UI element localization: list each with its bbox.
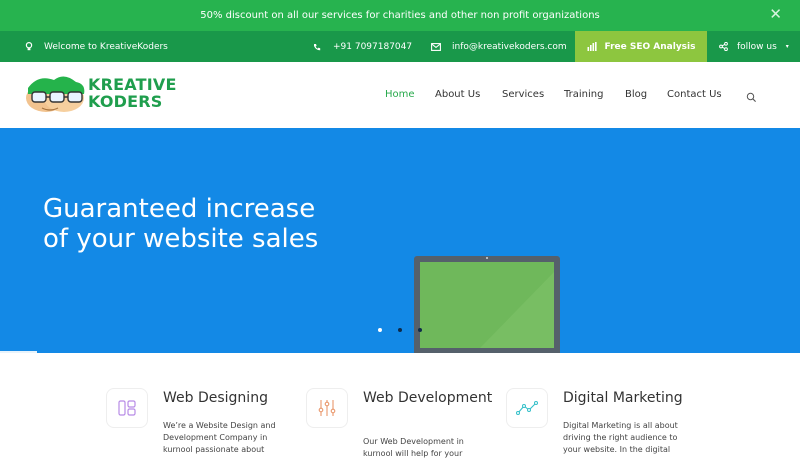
nav-blog[interactable]: Blog (625, 89, 647, 100)
promo-text: 50% discount on all our services for cha… (200, 10, 600, 21)
logo-line-1: KREATIVE (88, 75, 177, 94)
hero-slider: Guaranteed increase of your website sale… (0, 128, 800, 353)
laptop-illustration (414, 256, 560, 353)
hero-headline: Guaranteed increase of your website sale… (43, 194, 318, 254)
email-link[interactable]: info@kreativekoders.com (431, 31, 567, 62)
nav-about-us[interactable]: About Us (435, 89, 480, 100)
phone-number: +91 7097187047 (333, 41, 413, 52)
seo-label: Free SEO Analysis (604, 41, 696, 52)
slide-dot-1[interactable] (378, 328, 382, 332)
logo-mascot-icon (26, 76, 85, 112)
nav-training[interactable]: Training (564, 89, 603, 100)
email-address: info@kreativekoders.com (452, 41, 567, 52)
nav-contact-us[interactable]: Contact Us (667, 89, 722, 100)
logo-line-2: KODERS (88, 92, 163, 111)
service-description: Our Web Development in kurnool will help… (363, 437, 464, 458)
site-logo[interactable]: KREATIVE KODERS (24, 74, 177, 116)
service-title: Web Designing (163, 390, 268, 406)
welcome-message: Welcome to KreativeKoders (24, 31, 168, 62)
slider-dots (378, 328, 422, 332)
laptop-screen (420, 262, 554, 348)
service-title: Digital Marketing (563, 390, 683, 406)
envelope-icon (431, 42, 441, 52)
trend-line-icon (506, 388, 548, 428)
service-title: Web Development (363, 390, 493, 406)
layout-icon (106, 388, 148, 428)
hero-headline-line-1: Guaranteed increase (43, 194, 316, 224)
top-info-bar: Welcome to KreativeKoders +91 7097187047… (0, 31, 800, 62)
promo-bar: 50% discount on all our services for cha… (0, 0, 800, 31)
follow-label: follow us (737, 41, 777, 52)
service-description: Digital Marketing is all about driving t… (563, 421, 678, 454)
lightbulb-icon (24, 42, 34, 52)
bar-chart-icon (587, 42, 597, 52)
phone-link[interactable]: +91 7097187047 (312, 31, 412, 62)
slide-dot-2[interactable] (398, 328, 402, 332)
phone-icon (312, 42, 322, 52)
nav-services[interactable]: Services (502, 89, 544, 100)
webcam-dot (486, 257, 488, 259)
site-header: KREATIVE KODERS Home About Us Services T… (0, 62, 800, 128)
close-icon[interactable]: ✕ (769, 5, 782, 23)
sliders-icon (306, 388, 348, 428)
follow-us-dropdown[interactable]: follow us ▾ (718, 31, 789, 62)
hero-headline-line-2: of your website sales (43, 224, 319, 254)
logo-text: KREATIVE KODERS (88, 76, 177, 110)
share-icon (718, 42, 728, 52)
search-icon[interactable] (746, 88, 757, 107)
welcome-text: Welcome to KreativeKoders (44, 41, 168, 52)
slide-dot-3[interactable] (418, 328, 422, 332)
slider-progress-bar (0, 351, 37, 353)
chevron-down-icon: ▾ (785, 43, 789, 50)
service-description: We’re a Website Design and Development C… (163, 421, 276, 454)
free-seo-analysis-button[interactable]: Free SEO Analysis (575, 31, 707, 62)
nav-home[interactable]: Home (385, 89, 415, 100)
